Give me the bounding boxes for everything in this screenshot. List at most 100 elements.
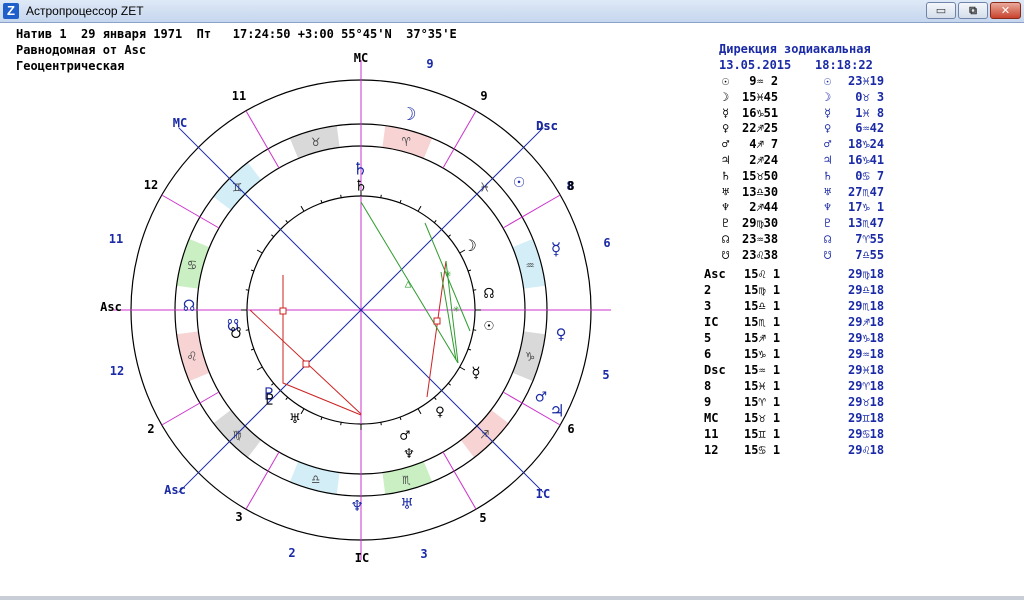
house-directed-position: 29♉18 (848, 395, 885, 409)
directed-planet-glyph: ♃ (824, 153, 832, 167)
degree-tick (245, 289, 249, 291)
house-label: 9 (704, 395, 712, 409)
house-natal-position: 15♊ 1 (744, 427, 781, 441)
house-label: IC (355, 551, 369, 565)
house-directed-position: 29♈18 (848, 379, 885, 393)
natal-planet-glyph: ☉ (722, 74, 730, 88)
house-label: 3 (704, 299, 712, 313)
house-natal-position: 15♒ 1 (744, 363, 781, 377)
directed-position: 13♏47 (848, 216, 885, 231)
degree-tick (285, 220, 289, 223)
degree-tick (300, 205, 305, 212)
degree-tick (285, 397, 289, 400)
house-label: 12 (144, 178, 158, 192)
aspect-marker: ✳ (445, 267, 452, 280)
direction-panel: Дирекция зодиакальная 13.05.2015 18:18:2… (700, 40, 1024, 580)
natal-position: 15♓45 (742, 89, 779, 104)
minimize-button[interactable]: ▭ (926, 2, 956, 19)
window-title: Астропроцессор ZET (26, 4, 144, 18)
aspect-marker: △ (405, 277, 412, 290)
degree-tick (320, 199, 323, 204)
zodiac-sign-glyph: ♑ (526, 348, 535, 364)
degree-tick (473, 329, 477, 331)
zodiac-sign-glyph: ♈ (402, 134, 411, 150)
natal-planet-glyph: ♇ (722, 216, 730, 231)
natal-planet-glyph: ☽ (722, 89, 730, 104)
natal-chart[interactable]: ♉ ♈ ♓ ♒ ♑ ♐ ♏ ♎ ♍ ♌ ♋ ♊ MC 9 8 Dsc 6 5 IC 3 2 Asc 12 11 MC Dsc IC A… (0, 40, 720, 600)
zodiac-sign-glyph: ♐ (481, 427, 489, 443)
natal-planet-glyph: ☉ (484, 315, 494, 334)
zodiac-sign-glyph: ♍ (233, 427, 241, 443)
zodiac-sign-glyph: ♉ (311, 134, 320, 150)
degree-tick (448, 382, 451, 386)
directed-planet-glyph: ☋ (824, 247, 832, 262)
house-directed-position: 29♌18 (848, 443, 885, 457)
house-label: 5 (704, 331, 712, 345)
natal-position: 16♑51 (742, 105, 779, 120)
house-directed-position: 29♒18 (848, 347, 885, 361)
zodiac-sign-glyph: ♒ (526, 258, 534, 274)
maximize-button[interactable]: ⧉ (958, 2, 988, 19)
aspect-marker (433, 317, 441, 325)
directed-planet-glyph: ♆ (352, 496, 363, 517)
house-label: 5 (479, 511, 486, 525)
natal-position: 9♒ 2 (742, 74, 779, 88)
house-directed-position: 29♋18 (848, 427, 885, 441)
natal-planet-glyph: ♆ (722, 200, 730, 215)
zodiac-blank (336, 124, 361, 148)
degree-tick (250, 348, 255, 351)
directed-planet-glyph: ♇ (824, 216, 832, 231)
panel-date: 13.05.2015 (719, 58, 792, 72)
natal-planet-glyph: ♇ (265, 390, 275, 409)
natal-planet-glyph: ♂ (722, 137, 730, 152)
natal-planet-glyph: ☽ (467, 236, 477, 255)
house-natal-position: 15♌ 1 (744, 267, 781, 281)
house-directed-position: 29♍18 (848, 267, 885, 281)
degree-tick (340, 194, 342, 198)
house-natal-position: 15♈ 1 (744, 395, 781, 409)
house-label: 11 (232, 89, 246, 103)
house-natal-position: 15♐ 1 (744, 331, 781, 345)
house-label: 3 (420, 547, 427, 561)
degree-tick (399, 416, 402, 421)
directed-position: 0♋ 7 (848, 168, 885, 183)
degree-tick (399, 199, 402, 204)
degree-tick (380, 194, 382, 198)
directed-position: 7♎55 (848, 247, 885, 262)
aspect-marker (279, 307, 287, 315)
house-natal-position: 15♏ 1 (744, 315, 781, 329)
zodiac-sign-glyph: ♋ (188, 258, 196, 274)
directed-position: 16♑41 (848, 153, 885, 167)
directed-planet-glyph: ☿ (824, 105, 832, 120)
directed-position: 6♒42 (848, 121, 885, 136)
house-label: 8 (704, 379, 712, 393)
zodiac-blank (361, 472, 386, 496)
directed-position: 17♑ 1 (848, 200, 885, 215)
directed-planet-glyph: ☊ (824, 232, 832, 246)
aspect-marker: ✳ (453, 302, 460, 315)
degree-tick (245, 329, 249, 331)
natal-planet-glyph: ♄ (722, 168, 730, 183)
degree-tick (417, 205, 422, 212)
natal-planet-glyph: ☿ (722, 105, 730, 120)
house-label: Asc (704, 267, 726, 281)
degree-tick (256, 366, 263, 371)
natal-planet-glyph: ♃ (722, 153, 730, 167)
chart-wheel[interactable]: ♉ ♈♓♒♑♐♏♎♍♌♋♊MC 98Dsc65IC 32Asc1211MC DscICA… (0, 40, 720, 600)
house-directed-position: 29♎18 (848, 283, 885, 297)
house-label: IC (704, 315, 719, 329)
house-natal-position: 15♉ 1 (744, 411, 781, 425)
degree-tick (433, 220, 437, 223)
degree-tick (340, 422, 342, 426)
house-label: Dsc (536, 119, 558, 133)
close-button[interactable]: ✕ (990, 2, 1021, 19)
directed-position: 1♓ 8 (848, 105, 885, 120)
degree-tick (433, 397, 437, 400)
natal-planet-glyph: ☊ (722, 232, 730, 246)
degree-tick (320, 416, 323, 421)
natal-planet-glyph: ☋ (231, 323, 241, 342)
directed-planet-glyph: ♂ (536, 387, 547, 408)
directed-position: 0♉ 3 (848, 89, 885, 104)
house-label: 2 (147, 422, 154, 436)
directed-planet-glyph: ☽ (406, 104, 417, 125)
